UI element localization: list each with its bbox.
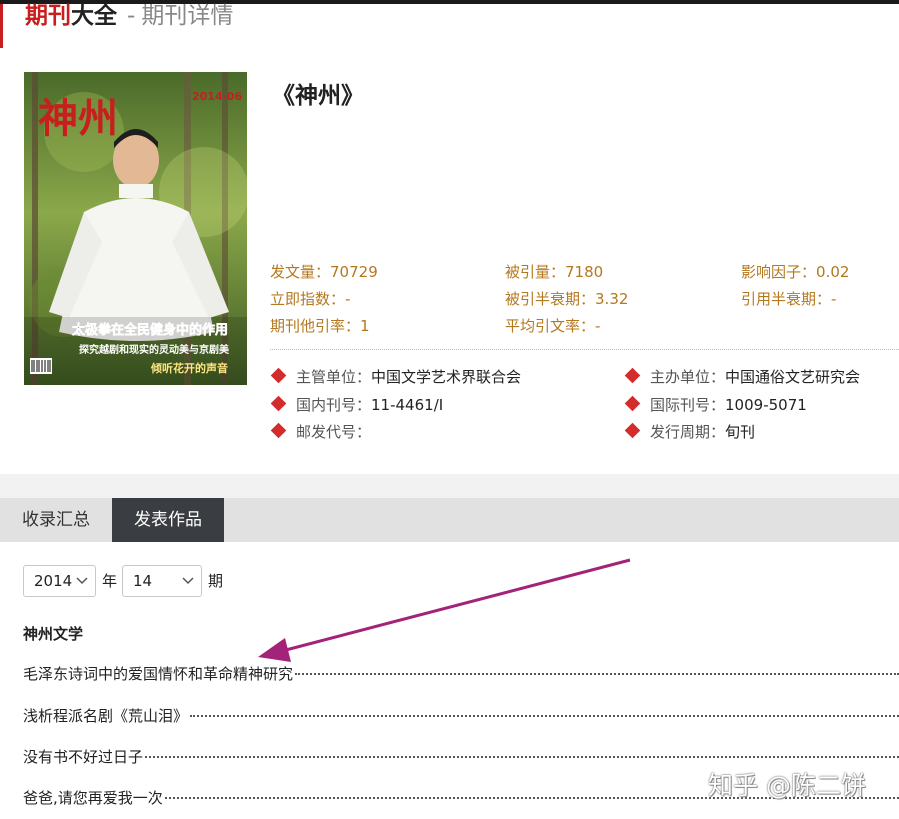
year-select-value: 2014 (34, 572, 73, 590)
info-cn-number: 国内刊号：11-4461/I (270, 394, 443, 415)
stat-article-count: 发文量：70729 (270, 263, 378, 281)
info-supervisor: 主管单位：中国文学艺术界联合会 (270, 366, 521, 387)
watermark: 知乎 @陈二饼 (708, 771, 866, 800)
year-select[interactable]: 2014 (23, 565, 96, 597)
cover-line3: 倾听花开的声音 (150, 361, 228, 375)
issue-select-value: 14 (133, 572, 153, 590)
diamond-bullet-icon (270, 367, 287, 384)
tab-bar: 收录汇总 发表作品 (0, 498, 899, 542)
leader-dots (190, 715, 899, 717)
stat-citing-half-life: 引用半衰期：- (741, 290, 837, 308)
cover-line2: 探究越剧和现实的灵动美与京剧美 (79, 343, 230, 356)
header-separator: - (127, 3, 136, 29)
leader-dots (145, 756, 899, 758)
year-unit-label: 年 (102, 572, 118, 590)
stat-avg-citation-rate: 平均引文率：- (505, 317, 601, 335)
cover-issue: 2014·06 (192, 90, 242, 103)
section-title: 神州文学 (23, 625, 84, 643)
header-title-part2: 大全 (71, 3, 117, 29)
stat-immediacy-index: 立即指数：- (270, 290, 351, 308)
info-divider (270, 349, 899, 350)
tab-summary[interactable]: 收录汇总 (0, 498, 112, 542)
article-link[interactable]: 没有书不好过日子 (23, 746, 899, 767)
info-frequency: 发行周期：旬刊 (624, 421, 755, 442)
issue-select[interactable]: 14 (122, 565, 202, 597)
info-sponsor: 主办单位：中国通俗文艺研究会 (624, 366, 860, 387)
header-accent-bar (0, 4, 3, 48)
diamond-bullet-icon (270, 422, 287, 439)
diamond-bullet-icon (624, 395, 641, 412)
page-header: 期刊大全 - 期刊详情 (25, 2, 233, 30)
info-postal-code: 邮发代号： (270, 421, 371, 442)
article-link[interactable]: 浅析程派名剧《荒山泪》 (23, 705, 899, 726)
diamond-bullet-icon (270, 395, 287, 412)
diamond-bullet-icon (624, 422, 641, 439)
chevron-down-icon (182, 567, 194, 605)
journal-title: 《神州》 (272, 83, 364, 109)
journal-cover-image: 神州 2014·06 太极拳在全民健身中的作用 探究越剧和现实的灵动美与京剧美 … (24, 72, 247, 385)
diamond-bullet-icon (624, 367, 641, 384)
cover-headline: 太极拳在全民健身中的作用 (71, 322, 228, 338)
stat-cited-half-life: 被引半衰期：3.32 (505, 290, 629, 308)
tab-published-works[interactable]: 发表作品 (112, 498, 224, 542)
stat-citations: 被引量：7180 (505, 263, 604, 281)
stat-other-citation-rate: 期刊他引率：1 (270, 317, 370, 335)
section-gap (0, 474, 899, 498)
cover-masthead: 神州 (38, 95, 118, 142)
leader-dots (295, 673, 899, 675)
issue-unit-label: 期 (208, 572, 224, 590)
header-subtitle: 期刊详情 (141, 3, 234, 29)
stat-impact-factor: 影响因子：0.02 (741, 263, 850, 281)
header-title-part1: 期刊 (25, 3, 71, 29)
article-link[interactable]: 毛泽东诗词中的爱国情怀和革命精神研究 (23, 663, 899, 684)
chevron-down-icon (76, 567, 88, 605)
info-issn: 国际刊号：1009-5071 (624, 394, 807, 415)
